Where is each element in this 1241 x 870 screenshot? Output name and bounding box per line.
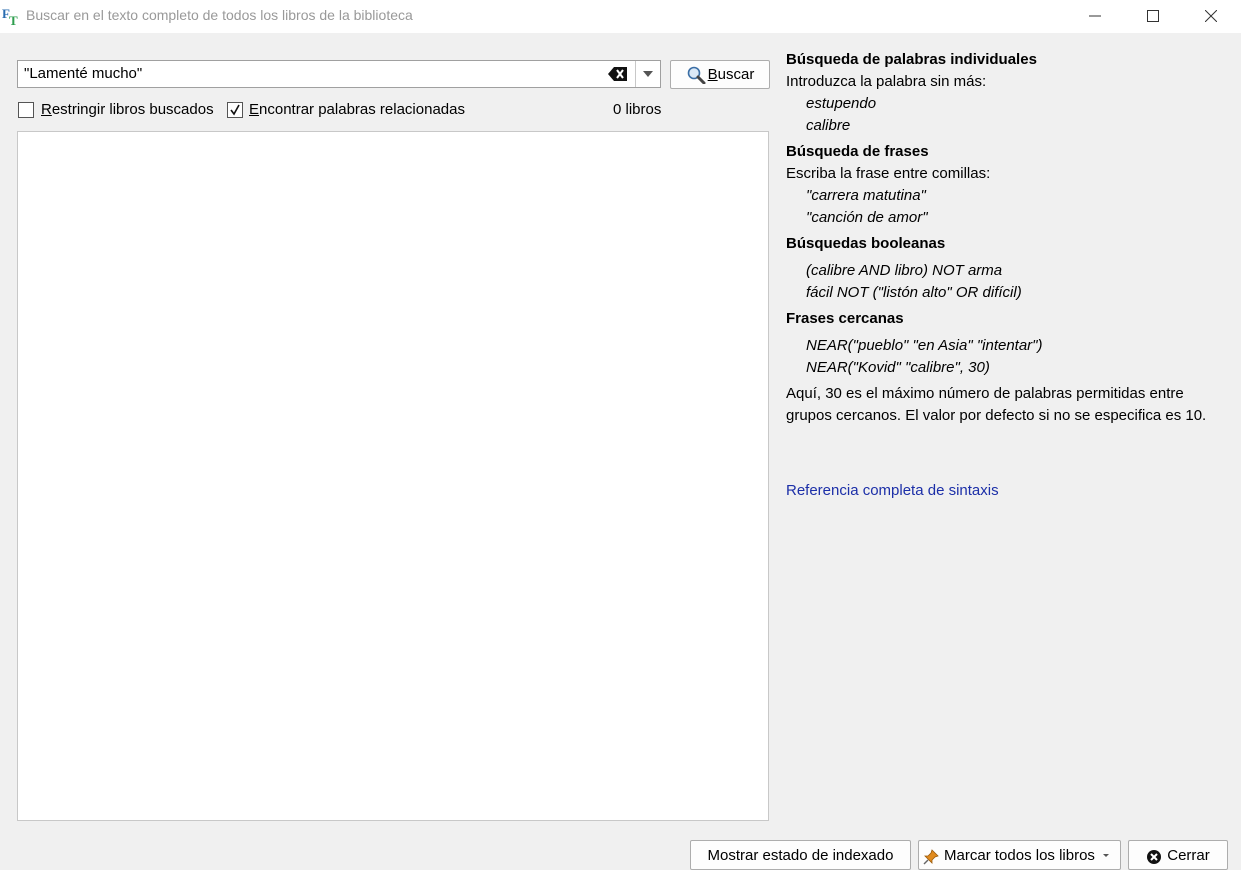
clear-text-icon[interactable] [608,66,628,82]
mark-all-books-label: Marcar todos los libros [944,847,1095,864]
minimize-button[interactable] [1072,0,1118,32]
help-heading: Búsqueda de palabras individuales [786,51,1037,68]
books-count: 0 libros [613,101,662,118]
help-section-individual: Búsqueda de palabras individuales Introd… [786,49,1226,137]
chevron-down-icon [643,71,653,77]
help-text: Escriba la frase entre comillas: [786,165,991,182]
show-index-status-label: Mostrar estado de indexado [707,847,894,864]
checkmark-icon [230,104,240,116]
search-combo[interactable] [17,60,661,88]
search-button-label: Buscar [707,66,755,83]
related-words-label[interactable]: Encontrar palabras relacionadas [249,101,465,118]
help-example: calibre [806,117,851,134]
help-example: estupendo [806,95,877,112]
close-window-button[interactable] [1188,0,1234,32]
help-example: "carrera matutina" [806,187,926,204]
results-panel[interactable] [17,131,769,821]
window-title: Buscar en el texto completo de todos los… [26,7,413,23]
help-heading: Búsqueda de frases [786,143,929,160]
search-button[interactable]: Buscar [670,60,770,89]
title-bar: F T Buscar en el texto completo de todos… [0,0,1241,33]
history-dropdown-button[interactable] [636,61,660,87]
maximize-icon [1147,10,1159,22]
help-heading: Frases cercanas [786,310,904,327]
app-icon: F T [2,6,18,26]
mark-all-books-button[interactable]: Marcar todos los libros [918,840,1121,870]
help-example: (calibre AND libro) NOT arma [806,262,1003,279]
help-heading: Búsquedas booleanas [786,235,946,252]
show-index-status-button[interactable]: Mostrar estado de indexado [690,840,911,870]
svg-text:T: T [9,13,18,26]
search-icon [687,66,706,84]
minimize-icon [1089,15,1101,17]
related-words-checkbox[interactable] [227,102,243,118]
pin-icon [923,849,939,865]
maximize-button[interactable] [1130,0,1176,32]
help-section-phrases: Búsqueda de frases Escriba la frase entr… [786,141,1226,229]
help-note: Aquí, 30 es el máximo número de palabras… [786,385,1207,424]
help-example: NEAR("pueblo" "en Asia" "intentar") [806,337,1043,354]
help-section-near: Frases cercanas NEAR("pueblo" "en Asia" … [786,308,1226,427]
help-example: "canción de amor" [806,209,928,226]
close-button-label: Cerrar [1167,847,1210,864]
syntax-reference-link[interactable]: Referencia completa de sintaxis [786,482,999,499]
help-example: fácil NOT ("listón alto" OR difícil) [806,284,1022,301]
close-button[interactable]: Cerrar [1128,840,1228,870]
close-circle-icon [1147,850,1162,864]
restrict-books-checkbox[interactable] [18,102,34,118]
restrict-books-label[interactable]: Restringir libros buscados [41,101,214,118]
help-example: NEAR("Kovid" "calibre", 30) [806,359,990,376]
help-section-boolean: Búsquedas booleanas (calibre AND libro) … [786,233,1226,304]
chevron-down-icon [1102,854,1109,857]
close-icon [1205,10,1217,22]
help-text: Introduzca la palabra sin más: [786,73,987,90]
help-panel: Búsqueda de palabras individuales Introd… [786,49,1226,431]
search-input[interactable] [24,61,604,87]
